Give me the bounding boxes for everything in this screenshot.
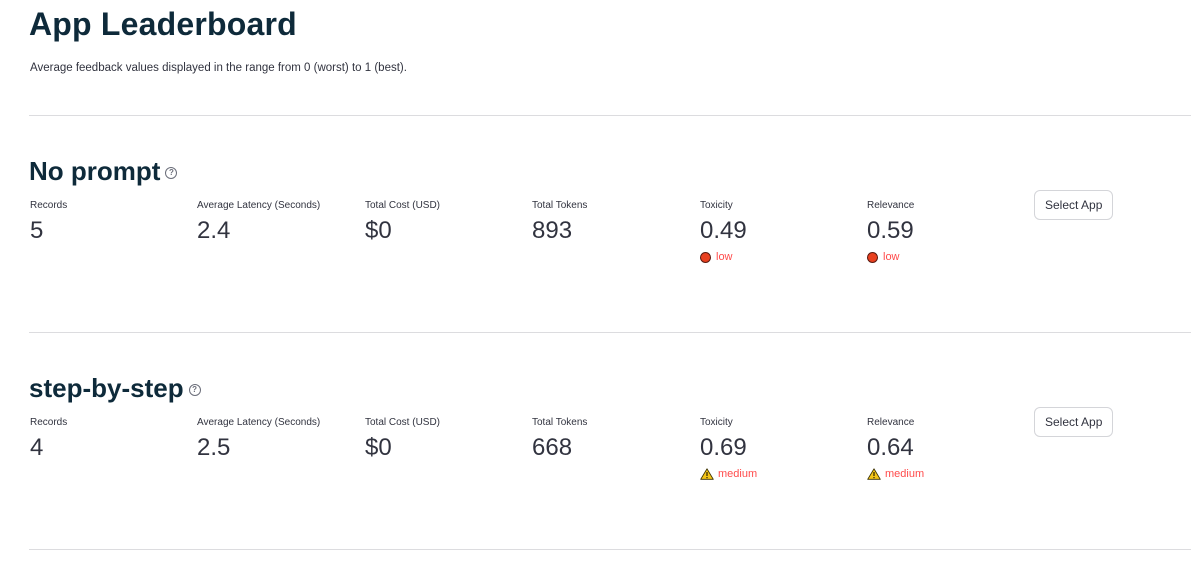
metric-label: Average Latency (Seconds) — [197, 200, 321, 211]
divider — [29, 115, 1191, 116]
status-text: medium — [885, 468, 925, 480]
metric-label: Relevance — [867, 417, 915, 428]
metric-value: 0.69 — [700, 434, 747, 461]
status-text: low — [716, 251, 733, 263]
metric-relevance: Relevance 0.64 medium — [867, 417, 924, 480]
app-name-text: No prompt — [29, 156, 161, 186]
metric-value: 4 — [30, 434, 44, 461]
metric-value: 668 — [532, 434, 573, 461]
app-name-text: step-by-step — [29, 373, 184, 403]
metric-relevance: Relevance 0.59 low — [867, 200, 914, 263]
metric-records: Records 4 — [30, 417, 67, 462]
metric-label: Total Cost (USD) — [365, 417, 441, 428]
page-subtitle: Average feedback values displayed in the… — [30, 62, 407, 74]
divider — [29, 549, 1191, 550]
metric-value: $0 — [365, 434, 392, 461]
metric-records: Records 5 — [30, 200, 67, 245]
metric-value: 2.5 — [197, 434, 231, 461]
metric-value: $0 — [365, 217, 392, 244]
metric-toxicity: Toxicity 0.49 low — [700, 200, 747, 263]
metric-value: 2.4 — [197, 217, 231, 244]
metric-toxicity: Toxicity 0.69 medium — [700, 417, 757, 480]
app-name: No prompt ? — [29, 156, 178, 187]
status-badge: medium — [700, 468, 757, 480]
metric-value: 0.49 — [700, 217, 747, 244]
metric-value: 0.64 — [867, 434, 914, 461]
divider — [29, 332, 1191, 333]
warning-icon — [867, 468, 881, 480]
metric-cost: Total Cost (USD) $0 — [365, 200, 440, 245]
warning-icon — [700, 468, 714, 480]
metric-label: Total Tokens — [532, 417, 588, 428]
status-text: medium — [718, 468, 758, 480]
metric-label: Relevance — [867, 200, 915, 211]
metric-label: Total Cost (USD) — [365, 200, 441, 211]
metric-latency: Average Latency (Seconds) 2.4 — [197, 200, 320, 245]
help-icon[interactable]: ? — [188, 383, 201, 396]
metric-value: 5 — [30, 217, 44, 244]
metric-value: 0.59 — [867, 217, 914, 244]
red-circle-icon — [867, 251, 878, 263]
help-icon[interactable]: ? — [165, 166, 178, 179]
status-badge: medium — [867, 468, 924, 480]
red-circle-icon — [700, 251, 711, 263]
metric-label: Records — [30, 417, 68, 428]
status-text: low — [883, 251, 900, 263]
status-badge: low — [867, 251, 914, 263]
page-title: App Leaderboard — [29, 6, 297, 42]
metric-tokens: Total Tokens 893 — [532, 200, 587, 245]
metric-value: 893 — [532, 217, 573, 244]
metric-label: Total Tokens — [532, 200, 588, 211]
select-app-button[interactable]: Select App — [1034, 407, 1114, 437]
metric-tokens: Total Tokens 668 — [532, 417, 587, 462]
status-badge: low — [700, 251, 747, 263]
metric-label: Average Latency (Seconds) — [197, 417, 321, 428]
metric-latency: Average Latency (Seconds) 2.5 — [197, 417, 320, 462]
metric-label: Toxicity — [700, 200, 733, 211]
metric-label: Records — [30, 200, 68, 211]
app-name: step-by-step ? — [29, 373, 201, 404]
metric-cost: Total Cost (USD) $0 — [365, 417, 440, 462]
metric-label: Toxicity — [700, 417, 733, 428]
select-app-button[interactable]: Select App — [1034, 190, 1114, 220]
